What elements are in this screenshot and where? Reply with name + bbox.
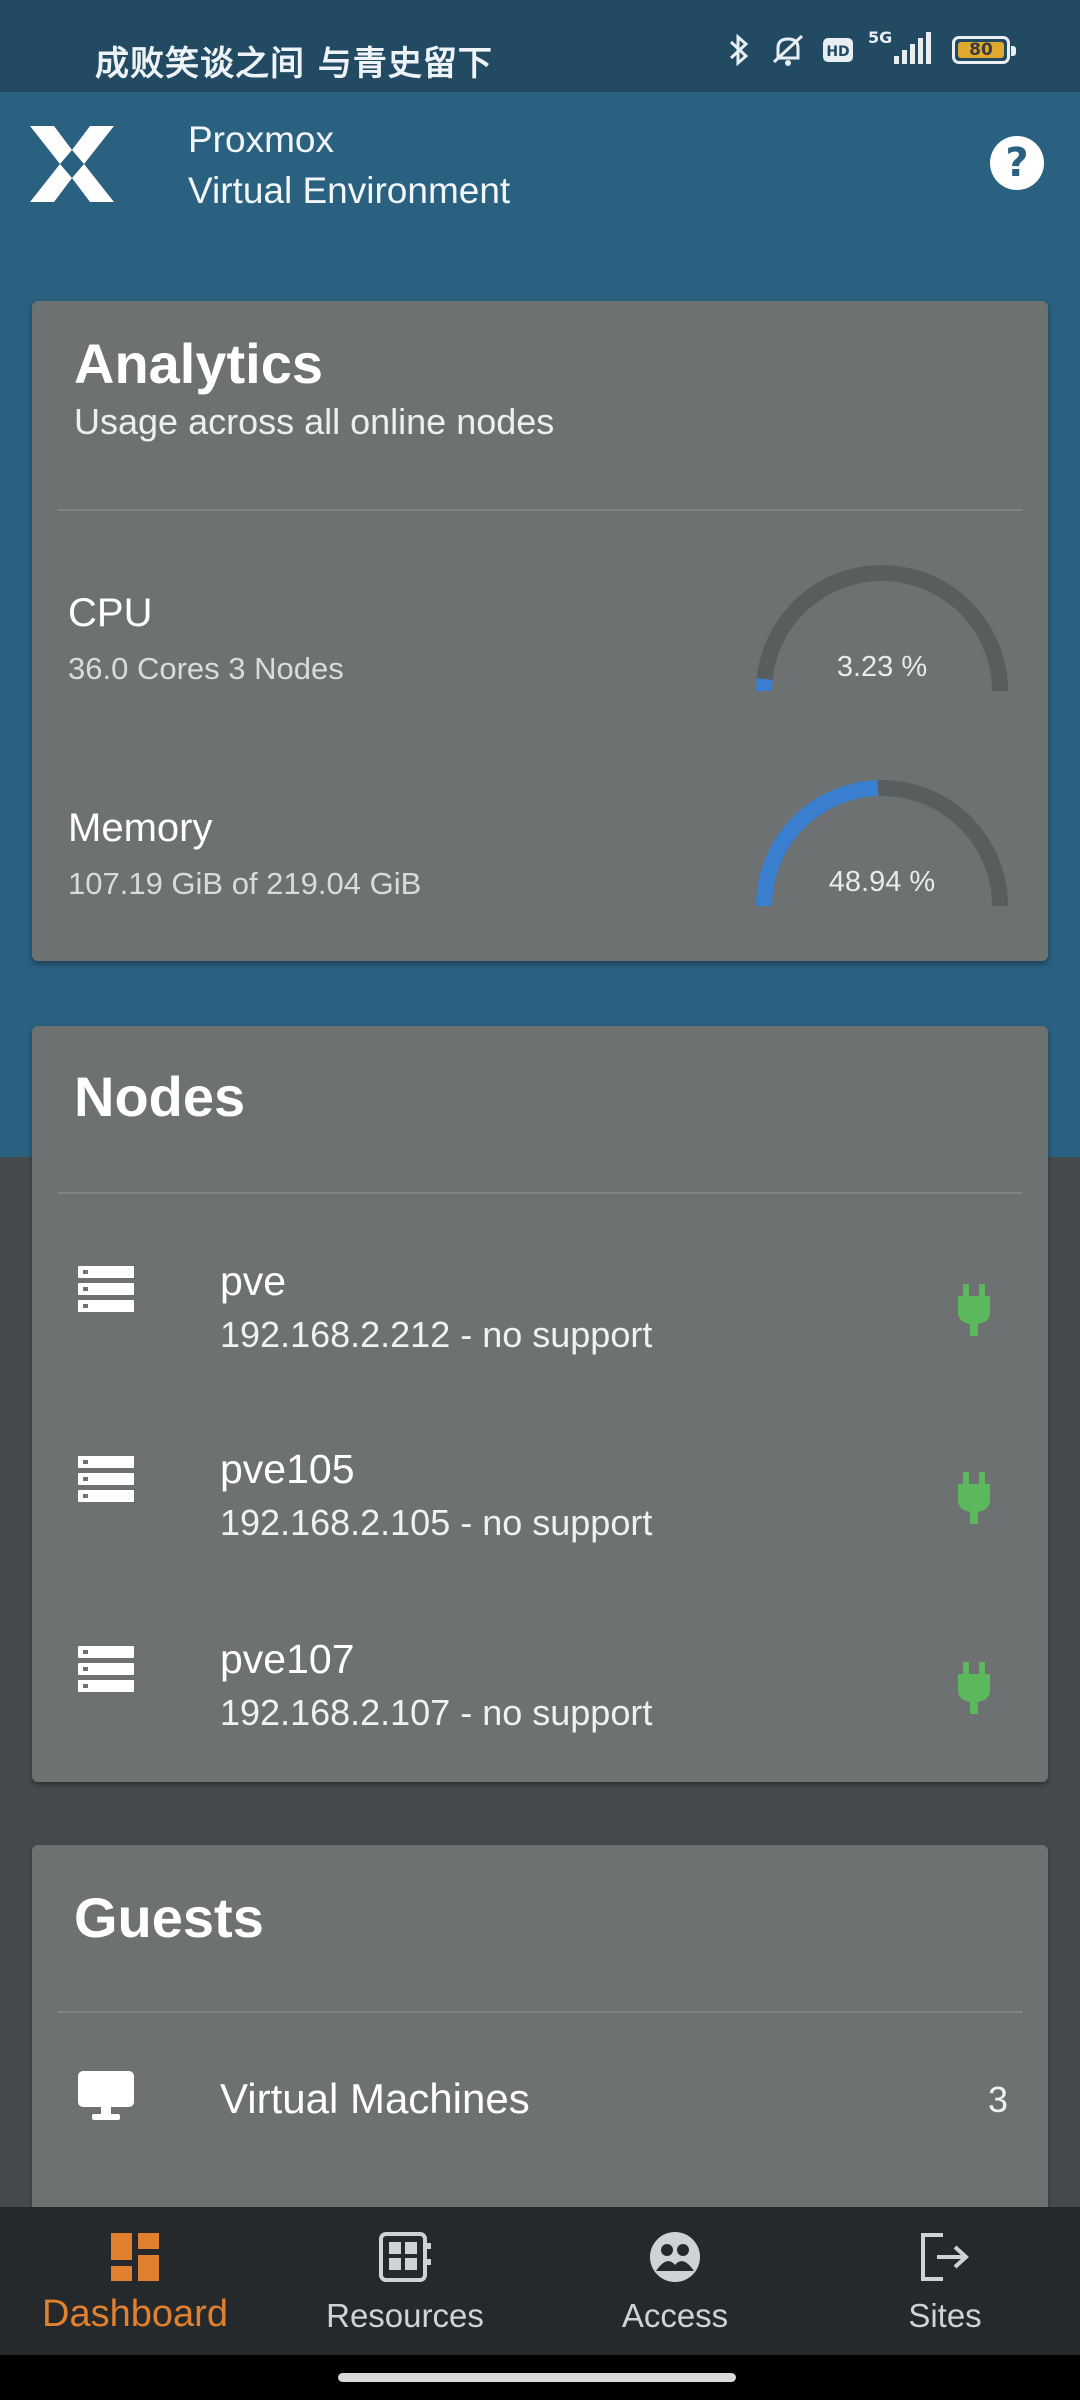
gesture-handle[interactable] — [338, 2373, 736, 2382]
status-icons: HD 5G 80 — [724, 28, 1016, 68]
analytics-title: Analytics — [74, 332, 323, 395]
node-name: pve107 — [220, 1636, 355, 1682]
node-detail: 192.168.2.105 - no support — [220, 1502, 653, 1543]
guest-count: 3 — [987, 2079, 1008, 2120]
divider — [58, 509, 1022, 511]
analytics-card: Analytics Usage across all online nodes … — [32, 301, 1048, 961]
guest-name: Virtual Machines — [220, 2075, 530, 2122]
server-icon — [78, 1266, 134, 1312]
monitor-icon — [78, 2071, 134, 2120]
cpu-percent: 3.23 % — [836, 651, 928, 683]
memory-detail: 107.19 GiB of 219.04 GiB — [68, 866, 422, 901]
app-bar: Proxmox Virtual Environment ? — [0, 92, 1080, 242]
battery-level: 80 — [958, 42, 1004, 59]
nav-label: Dashboard — [42, 2293, 228, 2335]
node-name: pve105 — [220, 1446, 355, 1492]
analytics-subtitle: Usage across all online nodes — [74, 401, 555, 442]
plug-icon — [958, 1662, 990, 1714]
guest-row-virtual-machines[interactable]: Virtual Machines 3 — [32, 2035, 1048, 2175]
battery-icon: 80 — [952, 36, 1016, 64]
gesture-bar — [0, 2355, 1080, 2400]
app-title-line2: Virtual Environment — [188, 170, 511, 211]
node-detail: 192.168.2.212 - no support — [220, 1314, 653, 1355]
mute-bell-icon — [772, 34, 804, 66]
divider — [58, 1192, 1022, 1194]
nodes-card: Nodes pve 192.168.2.212 - no support pve… — [32, 1026, 1048, 1782]
signal-group: 5G — [868, 28, 938, 68]
node-row[interactable]: pve105 192.168.2.105 - no support — [32, 1416, 1048, 1596]
nav-resources[interactable]: Resources — [270, 2207, 540, 2355]
sites-icon — [921, 2233, 969, 2281]
nav-label: Access — [621, 2297, 729, 2334]
memory-label: Memory — [68, 806, 213, 850]
proxmox-logo-icon — [30, 126, 114, 202]
dashboard-icon — [111, 2233, 159, 2281]
nodes-title: Nodes — [74, 1065, 246, 1128]
access-icon — [650, 2232, 700, 2282]
nav-sites[interactable]: Sites — [810, 2207, 1080, 2355]
nav-access[interactable]: Access — [540, 2207, 810, 2355]
cpu-label: CPU — [68, 591, 153, 635]
bottom-nav: Dashboard Resources Access Sites — [0, 2207, 1080, 2355]
node-name: pve — [220, 1258, 287, 1304]
server-icon — [78, 1646, 134, 1692]
app-title: Proxmox Virtual Environment — [188, 114, 510, 216]
cpu-detail: 36.0 Cores 3 Nodes — [68, 651, 344, 686]
nav-label: Resources — [326, 2297, 484, 2334]
signal-icon — [894, 32, 931, 64]
hd-icon: HD — [823, 38, 853, 62]
status-bar-text: 成败笑谈之间 与青史留下 — [95, 44, 493, 84]
nav-label: Sites — [908, 2297, 982, 2334]
memory-percent: 48.94 % — [828, 866, 936, 898]
nav-dashboard[interactable]: Dashboard — [0, 2207, 270, 2355]
server-icon — [78, 1456, 134, 1502]
status-bar: 成败笑谈之间 与青史留下 HD 5G 80 — [0, 0, 1080, 92]
resources-icon — [379, 2232, 431, 2282]
bluetooth-icon — [729, 33, 749, 67]
help-button[interactable]: ? — [990, 136, 1044, 190]
node-row[interactable]: pve107 192.168.2.107 - no support — [32, 1604, 1048, 1774]
app-title-line1: Proxmox — [188, 119, 334, 160]
guests-title: Guests — [74, 1886, 264, 1949]
divider — [58, 2011, 1022, 2013]
plug-icon — [958, 1472, 990, 1524]
node-row[interactable]: pve 192.168.2.212 - no support — [32, 1226, 1048, 1406]
guests-card: Guests Virtual Machines 3 — [32, 1845, 1048, 2245]
svg-text:HD: HD — [826, 44, 849, 60]
node-detail: 192.168.2.107 - no support — [220, 1692, 653, 1733]
plug-icon — [958, 1284, 990, 1336]
